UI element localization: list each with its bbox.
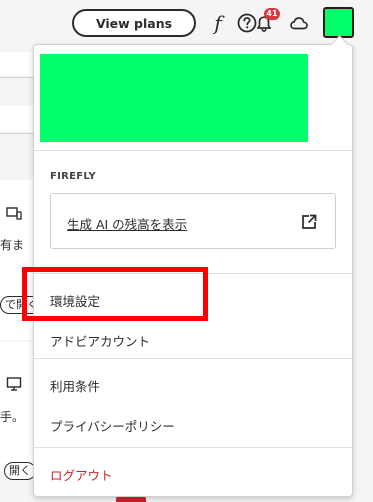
generative-credits-box: 生成 AI の残高を表示 [50,193,336,249]
menu-item-privacy-policy[interactable]: プライバシーポリシー [50,416,175,435]
menu-item-sign-out[interactable]: ログアウト [50,465,113,484]
device-icon [6,206,22,220]
bg-open-button[interactable]: 開く [4,462,36,480]
profile-avatar-button[interactable] [323,7,354,38]
menu-divider [34,150,352,151]
menu-divider [34,447,352,448]
fonts-icon[interactable]: f [206,8,230,38]
highlight-box [22,267,208,321]
menu-divider [34,358,352,359]
bg-text-fragment: 有ま [0,238,25,252]
open-external-icon[interactable] [300,213,318,231]
firefly-section-label: FIREFLY [50,171,97,182]
bg-text-fragment: 手。 [0,410,25,424]
menu-item-adobe-account[interactable]: アドビアカウント [50,331,150,350]
top-header: View plans f 41 [0,0,373,44]
profile-card [40,54,308,142]
view-plans-button[interactable]: View plans [72,9,196,37]
notification-count-badge: 41 [264,8,280,20]
monitor-icon [6,376,22,391]
view-generative-credits-link[interactable]: 生成 AI の残高を表示 [67,214,187,233]
menu-item-terms-of-use[interactable]: 利用条件 [50,376,100,395]
cloud-icon[interactable] [288,12,310,34]
